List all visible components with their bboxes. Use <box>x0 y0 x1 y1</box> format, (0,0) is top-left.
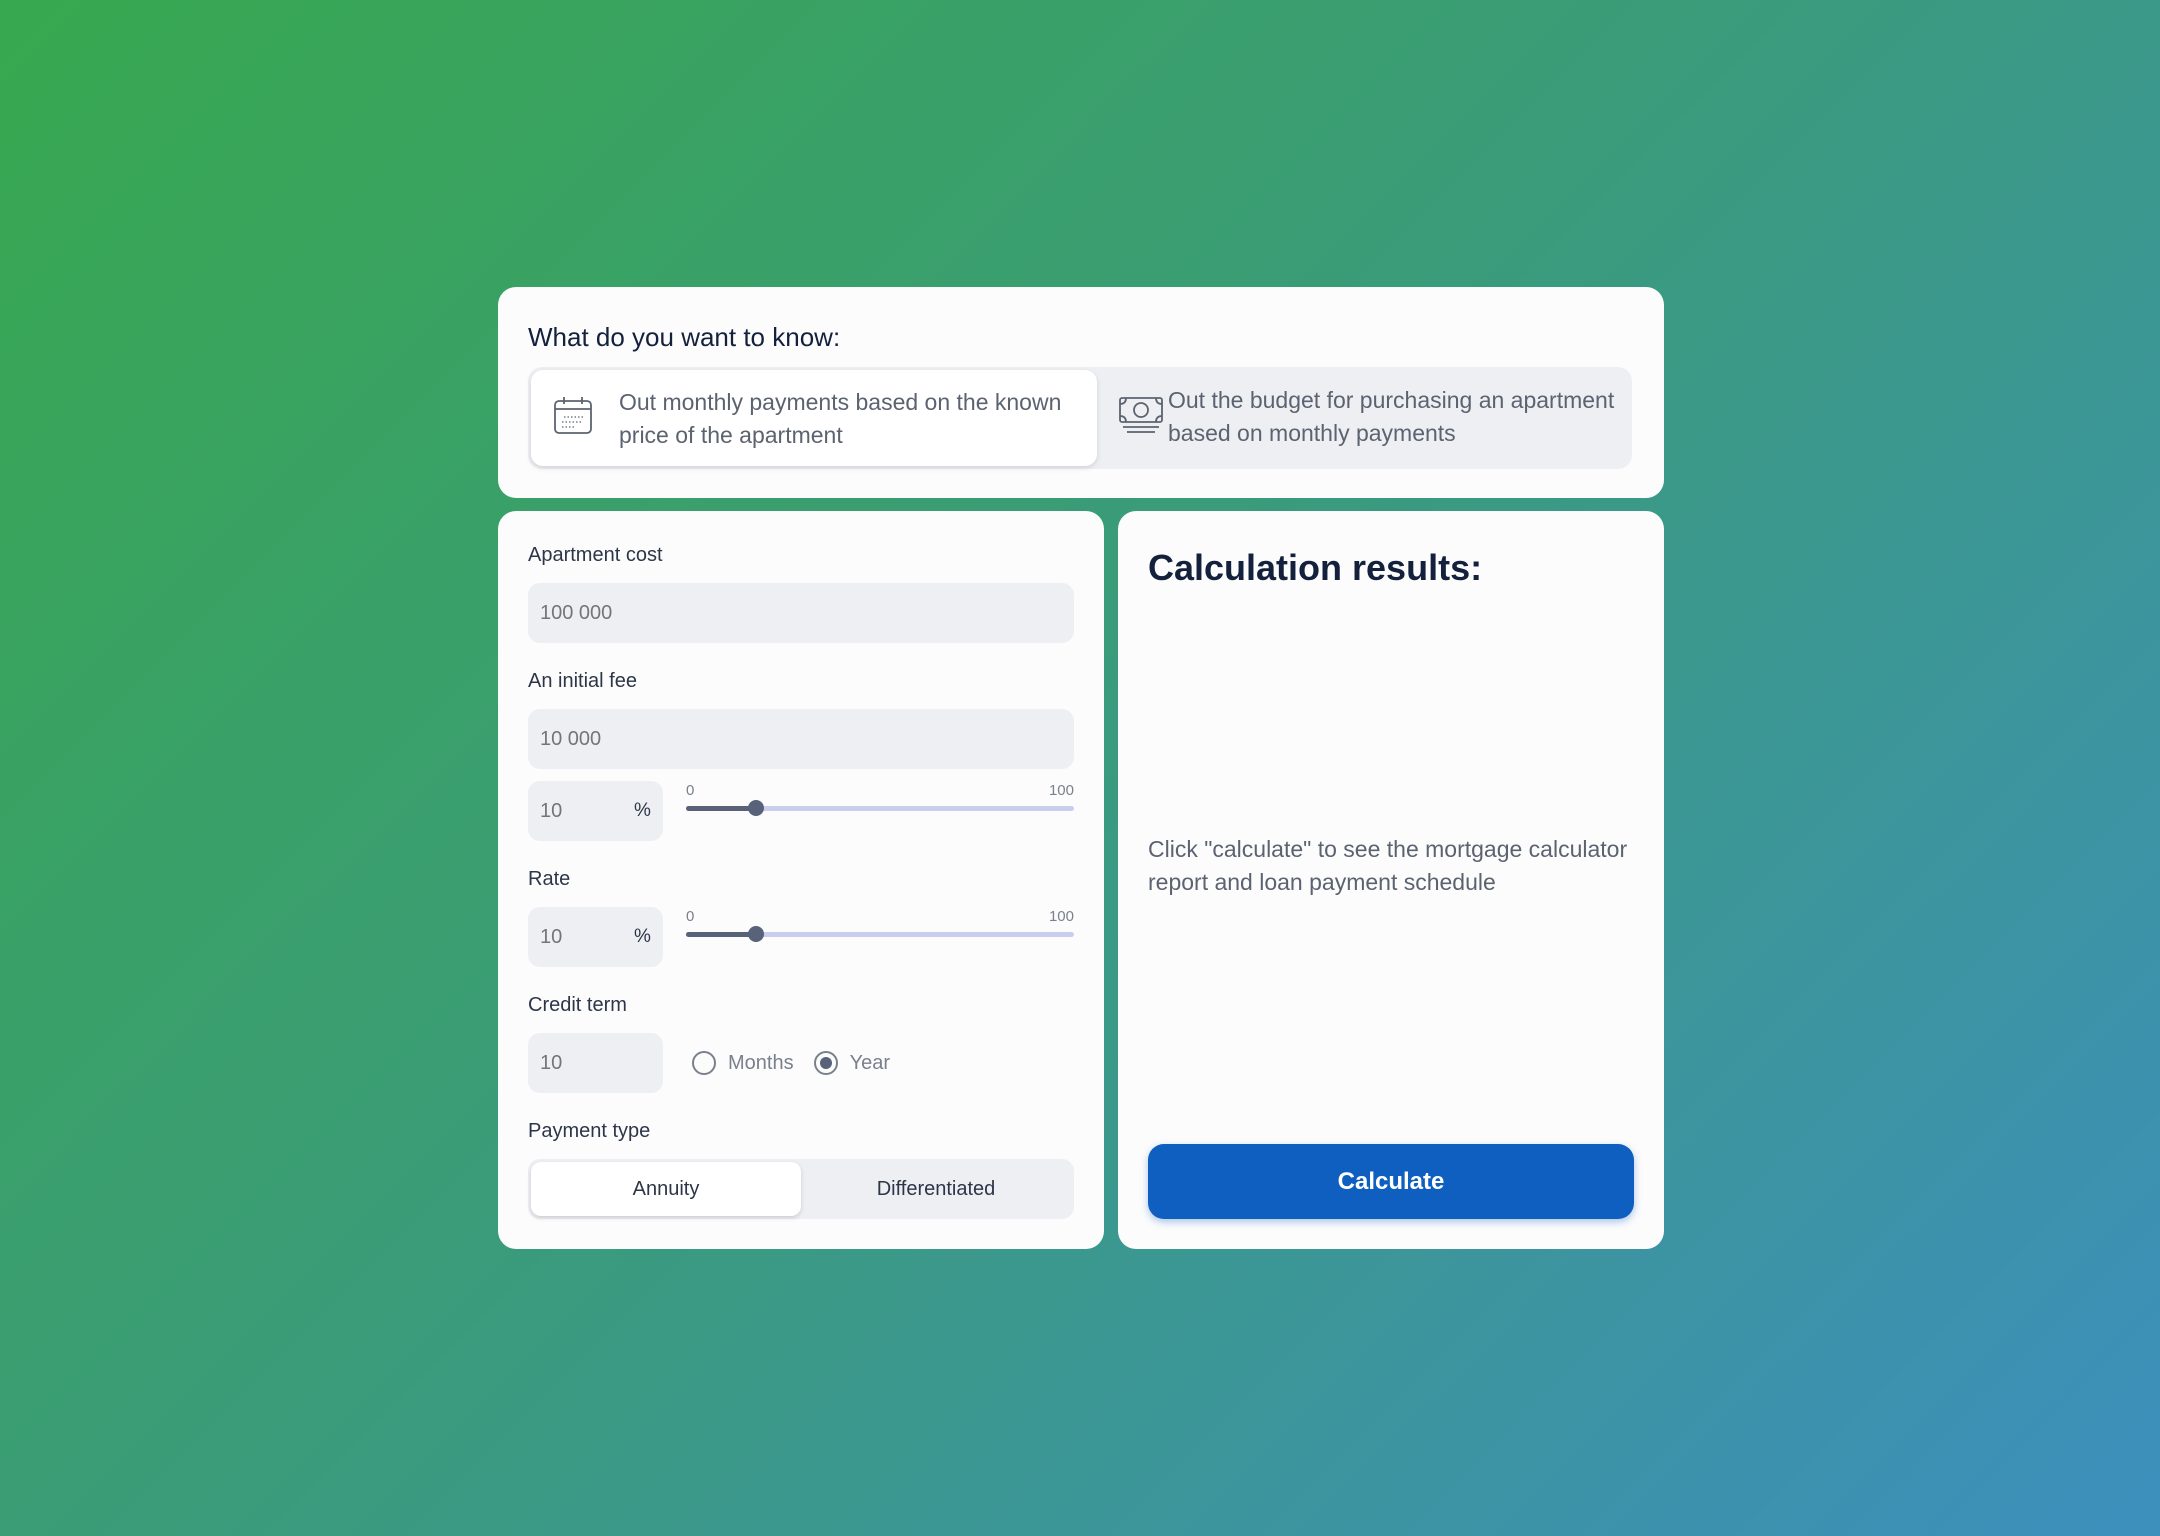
slider-fill <box>686 806 756 811</box>
slider-max-label: 100 <box>1048 908 1074 925</box>
mortgage-form: Apartment cost An initial fee % 0 100 Ra… <box>498 511 1104 1249</box>
slider-min-label: 0 <box>686 908 695 925</box>
payment-type-label: Payment type <box>528 1120 651 1142</box>
mode-switch: Out monthly payments based on the known … <box>528 367 1632 469</box>
initial-fee-slider[interactable]: 0 100 <box>686 782 1074 822</box>
payment-type-switch: Annuity Differentiated <box>528 1159 1074 1219</box>
payment-type-differentiated[interactable]: Differentiated <box>801 1162 1071 1216</box>
percent-sign: % <box>634 800 651 821</box>
radio-circle[interactable] <box>813 1051 838 1075</box>
money-icon <box>1118 392 1163 436</box>
slider-max-label: 100 <box>1048 782 1074 799</box>
percent-sign: % <box>634 926 651 947</box>
results-card: Calculation results: Click "calculate" t… <box>1118 511 1664 1249</box>
radio-months[interactable]: Months <box>692 1051 794 1075</box>
calculate-button[interactable]: Calculate <box>1148 1144 1634 1219</box>
rate-slider[interactable]: 0 100 <box>686 908 1074 948</box>
initial-fee-input[interactable] <box>528 709 1074 769</box>
slider-thumb[interactable] <box>747 926 764 942</box>
radio-year[interactable]: Year <box>813 1051 891 1075</box>
radio-label: Months <box>728 1051 794 1074</box>
mode-option-budget[interactable]: Out the budget for purchasing an apartme… <box>1098 370 1629 466</box>
initial-fee-label: An initial fee <box>528 670 637 692</box>
apartment-cost-input[interactable] <box>528 583 1074 643</box>
results-title: Calculation results: <box>1148 547 1483 588</box>
mode-option-label: Out the budget for purchasing an apartme… <box>1168 387 1615 446</box>
radio-circle[interactable] <box>692 1051 716 1075</box>
slider-thumb[interactable] <box>747 800 764 816</box>
slider-fill <box>686 932 756 937</box>
calendar-icon <box>551 394 595 438</box>
rate-label: Rate <box>528 868 571 890</box>
credit-term-label: Credit term <box>528 994 627 1016</box>
results-hint: Click "calculate" to see the mortgage ca… <box>1148 836 1628 895</box>
credit-term-input[interactable] <box>528 1033 663 1093</box>
question-title: What do you want to know: <box>528 322 841 352</box>
credit-term-unit-group: Months Year <box>692 1051 910 1075</box>
slider-min-label: 0 <box>686 782 695 799</box>
payment-type-annuity[interactable]: Annuity <box>531 1162 801 1216</box>
radio-label: Year <box>849 1051 891 1074</box>
apartment-cost-label: Apartment cost <box>528 544 663 566</box>
mode-option-label: Out monthly payments based on the known … <box>619 389 1062 448</box>
mode-option-monthly-payments[interactable]: Out monthly payments based on the known … <box>531 370 1097 466</box>
mode-card: What do you want to know: Out monthly pa… <box>498 287 1664 498</box>
